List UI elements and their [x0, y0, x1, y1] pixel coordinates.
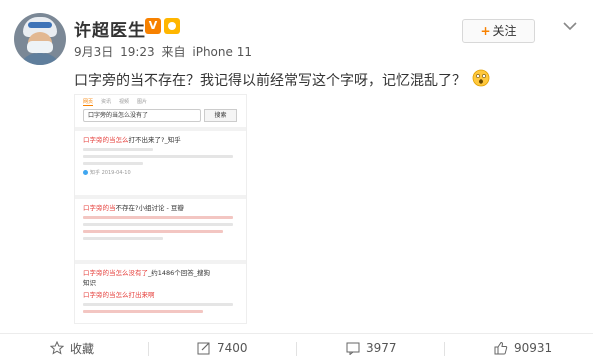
like-button[interactable]: 90931: [494, 334, 552, 362]
image-result-card: 口字旁的当怎么打不出来了?_知乎 知乎 2019-04-10: [75, 127, 246, 187]
comment-count: 3977: [366, 341, 397, 355]
favorite-label: 收藏: [70, 341, 95, 356]
text-line: [83, 303, 233, 306]
avatar-mask: [27, 41, 53, 53]
action-separator: [444, 342, 445, 356]
repost-icon: [197, 342, 210, 355]
avatar-body: [18, 53, 62, 65]
post-text: 口字旁的当不存在？我记得以前经常写这个字呀，记忆混乱了？: [74, 73, 466, 89]
image-search-box: 口字旁的当怎么没有了: [83, 109, 201, 122]
image-result-subtitle: 知识: [83, 279, 96, 287]
image-tabs: 网页 资讯 视频 图片: [83, 98, 155, 106]
from-label: 来自: [161, 45, 186, 59]
plus-icon: +: [480, 24, 491, 38]
text-line: [83, 155, 233, 158]
image-tab: 图片: [137, 99, 148, 105]
image-result-title: 口字旁的当不存在?小组讨论 - 豆瓣: [83, 204, 184, 212]
image-search-button: 搜索: [204, 109, 237, 122]
follow-button[interactable]: + 关注: [462, 19, 535, 43]
image-result-card: 口字旁的当怎么没有了_约1486个回答_搜狗 知识 口字旁的当怎么打出来啊: [75, 260, 246, 323]
star-icon: [50, 341, 64, 355]
post-image[interactable]: 网页 资讯 视频 图片 口字旁的当怎么没有了 搜索 口字旁的当怎么打不出来了?_知乎 …: [74, 94, 247, 324]
image-result-snippet: 口字旁的当怎么打出来啊: [83, 291, 155, 299]
text-line: [83, 310, 203, 313]
post-date[interactable]: 9月3日: [74, 45, 113, 59]
image-tab: 资讯: [101, 99, 112, 105]
image-result-title: 口字旁的当怎么打不出来了?_知乎: [83, 136, 181, 144]
image-result-title: 口字旁的当怎么没有了_约1486个回答_搜狗: [83, 269, 211, 277]
thumbs-up-icon: [494, 341, 508, 355]
image-result-source: 知乎 2019-04-10: [83, 169, 238, 176]
author-name[interactable]: 许超医生: [74, 16, 146, 41]
repost-button[interactable]: 7400: [197, 334, 248, 362]
like-count: 90931: [514, 341, 553, 355]
confused-emoji-icon: [472, 69, 490, 87]
weibo-post: 许超医生 V 9月3日 19:23 来自 iPhone 11 + 关注 口字旁的当…: [0, 0, 593, 362]
text-line: [83, 237, 163, 240]
repost-count: 7400: [217, 341, 248, 355]
image-result-card: 口字旁的当不存在?小组讨论 - 豆瓣: [75, 195, 246, 255]
vip-badge-icon: [164, 18, 180, 34]
text-line: [83, 223, 233, 226]
text-line: [83, 148, 153, 151]
favorite-button[interactable]: 收藏: [50, 334, 94, 362]
avatar[interactable]: [14, 13, 66, 65]
image-tab: 视频: [119, 99, 130, 105]
avatar-hat-band: [28, 22, 52, 28]
text-line: [83, 216, 233, 219]
follow-label: 关注: [492, 24, 517, 38]
text-line: [83, 162, 143, 165]
image-tab: 网页: [83, 99, 94, 106]
text-line: [83, 230, 223, 233]
post-time[interactable]: 19:23: [120, 45, 155, 59]
action-separator: [148, 342, 149, 356]
chevron-down-icon[interactable]: [561, 18, 579, 34]
device-name: iPhone 11: [192, 45, 252, 59]
post-meta: 9月3日 19:23 来自 iPhone 11: [74, 43, 255, 60]
verified-icon: V: [145, 18, 161, 34]
comment-button[interactable]: 3977: [346, 334, 397, 362]
comment-icon: [346, 342, 360, 355]
action-separator: [296, 342, 297, 356]
action-bar: 收藏 7400 3977 90931: [0, 334, 593, 362]
